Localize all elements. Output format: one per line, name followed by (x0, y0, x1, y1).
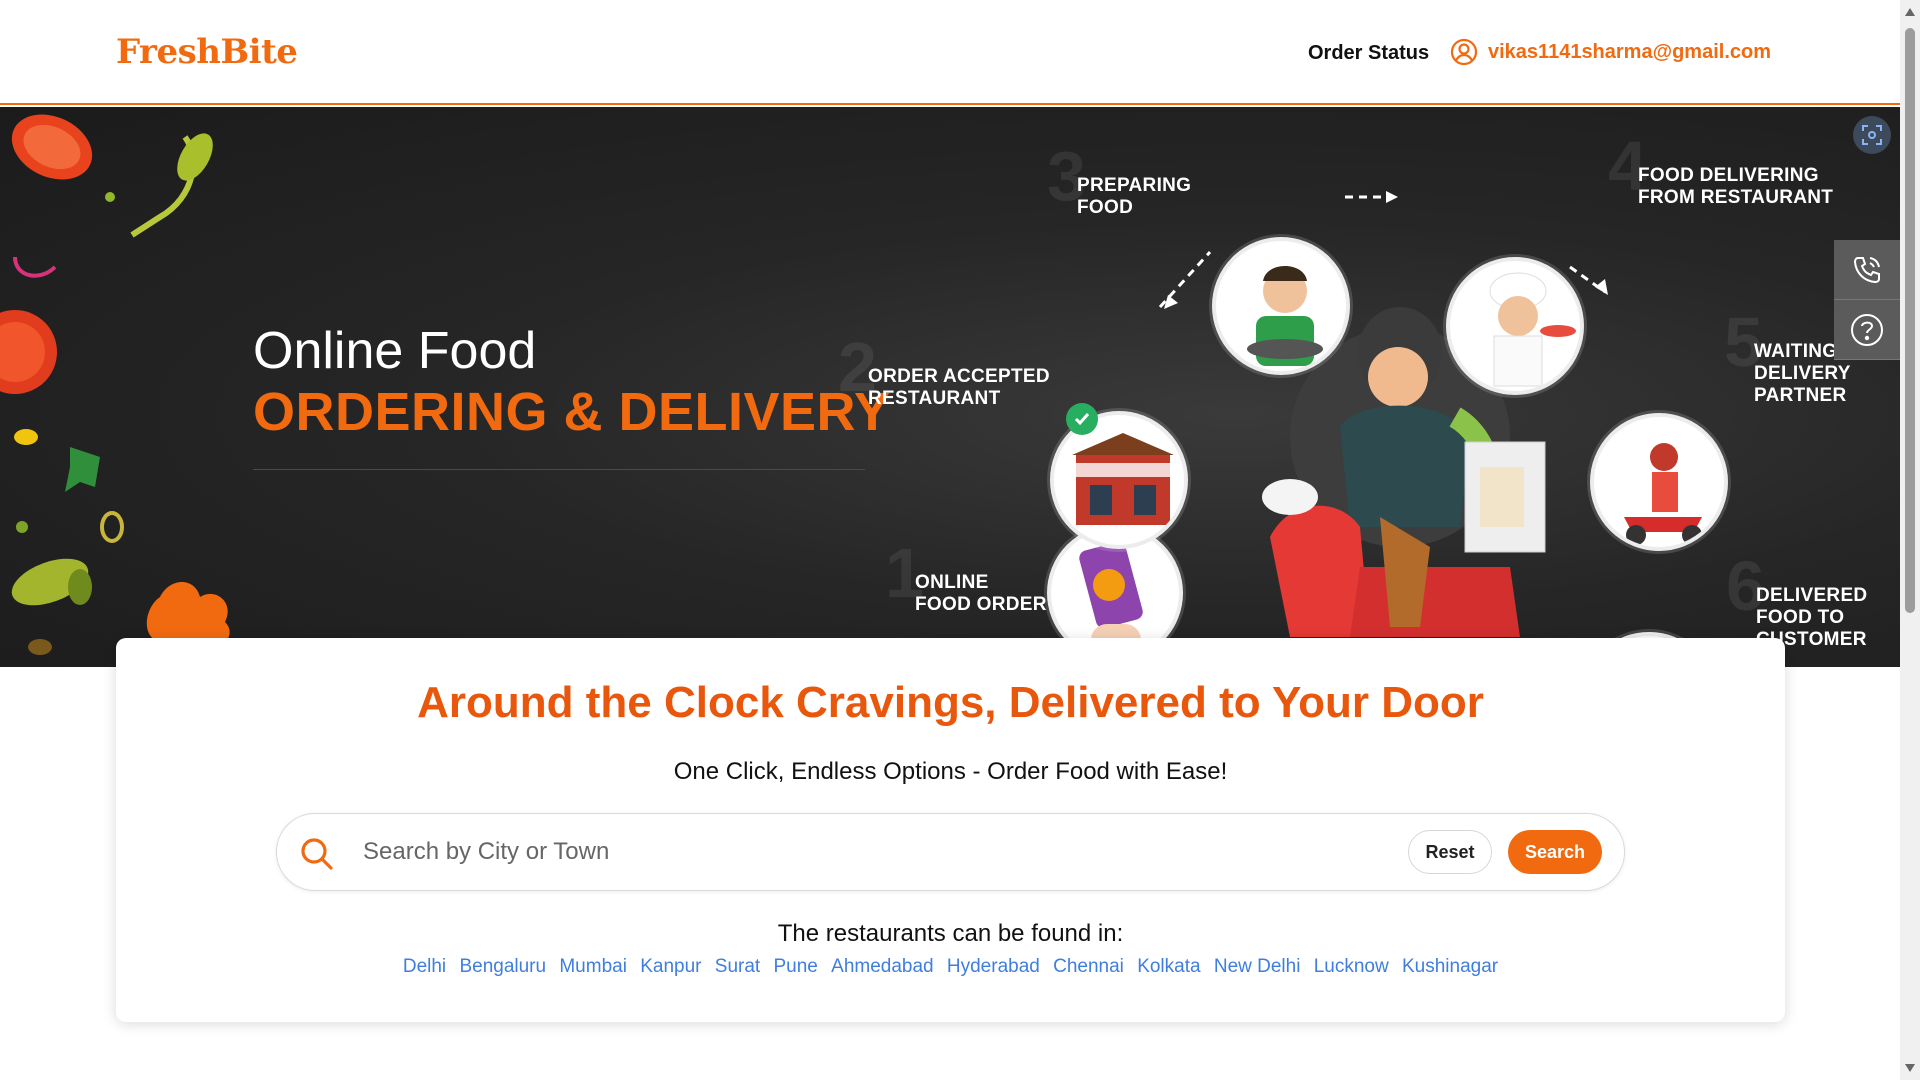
search-button[interactable]: Search (1508, 830, 1602, 874)
city-link-surat[interactable]: Surat (715, 956, 760, 977)
help-circle-icon (1851, 313, 1883, 346)
side-action-bar (1834, 240, 1900, 360)
cities-label: The restaurants can be found in: (777, 920, 1124, 947)
scroll-thumb[interactable] (1905, 28, 1915, 613)
city-link-mumbai[interactable]: Mumbai (559, 956, 627, 977)
user-circle-icon (1450, 38, 1478, 66)
scan-icon (1862, 125, 1882, 145)
search-icon (299, 836, 335, 877)
scan-button[interactable] (1853, 116, 1891, 154)
scroll-down-arrow[interactable] (1905, 1064, 1915, 1072)
search-card: Around the Clock Cravings, Delivered to … (116, 638, 1785, 1022)
city-link-ahmedabad[interactable]: Ahmedabad (831, 956, 933, 977)
scroll-up-arrow[interactable] (1905, 8, 1915, 16)
step-restaurant-image (1050, 411, 1188, 549)
city-link-pune[interactable]: Pune (773, 956, 817, 977)
city-link-kolkata[interactable]: Kolkata (1137, 956, 1200, 977)
user-email: vikas1141sharma@gmail.com (1488, 40, 1772, 63)
hero-banner: Online Food ORDERING & DELIVERY 1 ONLINE… (0, 107, 1900, 667)
city-link-delhi[interactable]: Delhi (403, 956, 446, 977)
city-link-new-delhi[interactable]: New Delhi (1214, 956, 1301, 977)
delivery-rider-illustration (1262, 307, 1546, 637)
user-menu[interactable]: vikas1141sharma@gmail.com (1450, 38, 1771, 66)
card-subtitle: One Click, Endless Options - Order Food … (673, 758, 1228, 785)
city-search-input[interactable] (363, 828, 1363, 876)
city-link-kushinagar[interactable]: Kushinagar (1402, 956, 1498, 977)
help-button[interactable] (1834, 300, 1900, 360)
step-4-label: 4 FOOD DELIVERING FROM RESTAURANT (1608, 127, 1834, 208)
order-status-link[interactable]: Order Status (1308, 42, 1429, 65)
step-1-label: 1 ONLINE FOOD ORDER (885, 534, 1047, 615)
step-waiting-image (1590, 413, 1728, 551)
card-title: Around the Clock Cravings, Delivered to … (417, 678, 1484, 727)
reset-button[interactable]: Reset (1408, 830, 1492, 874)
logo[interactable]: FreshBite (116, 32, 298, 72)
city-link-hyderabad[interactable]: Hyderabad (947, 956, 1040, 977)
call-button[interactable] (1834, 240, 1900, 300)
page-scrollbar[interactable] (1900, 0, 1920, 1080)
city-link-bengaluru[interactable]: Bengaluru (459, 956, 546, 977)
check-badge-icon (1066, 403, 1098, 435)
step-2-label: 2 ORDER ACCEPTED RESTAURANT (838, 328, 1050, 409)
phone-icon (1853, 256, 1880, 283)
city-link-lucknow[interactable]: Lucknow (1314, 956, 1389, 977)
search-bar: Reset Search (276, 813, 1625, 891)
city-list: Delhi Bengaluru Mumbai Kanpur Surat Pune… (116, 956, 1785, 978)
step-3-label: 3 PREPARING FOOD (1047, 137, 1192, 218)
site-header: FreshBite Order Status vikas1141sharma@g… (0, 0, 1900, 105)
city-link-chennai[interactable]: Chennai (1053, 956, 1124, 977)
city-link-kanpur[interactable]: Kanpur (640, 956, 701, 977)
